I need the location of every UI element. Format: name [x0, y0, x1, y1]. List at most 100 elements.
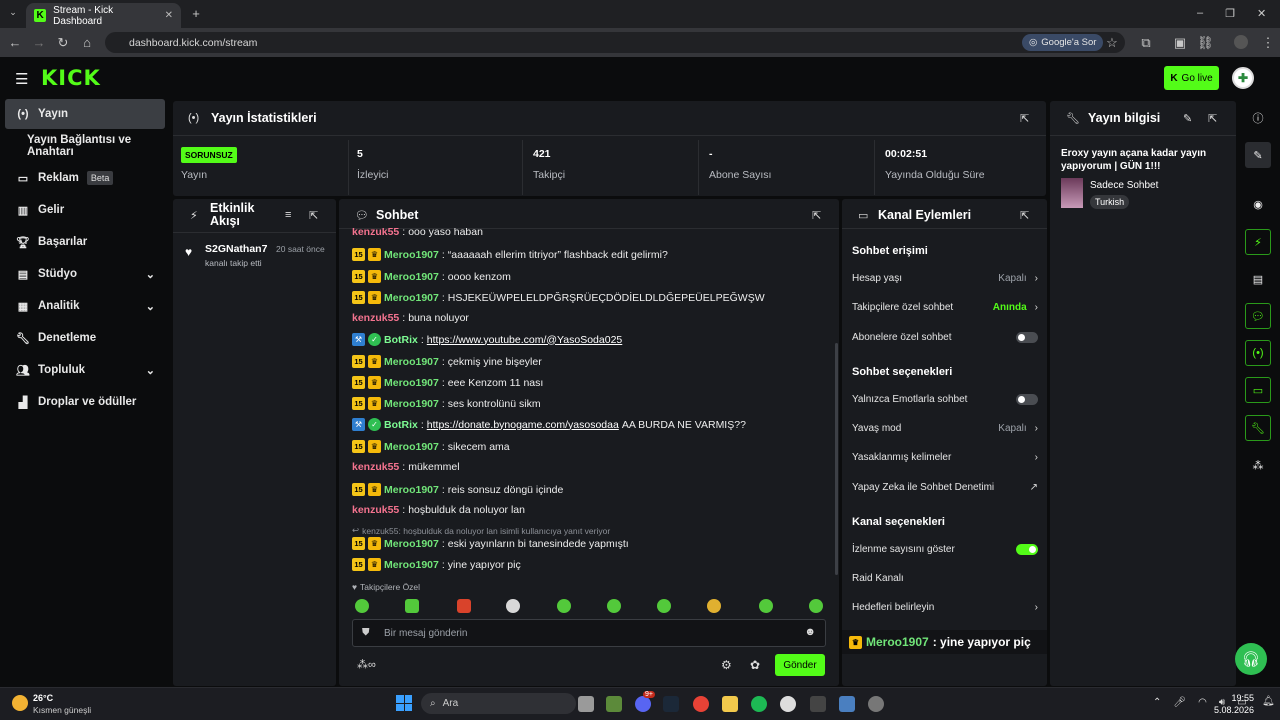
weather-icon[interactable] [12, 695, 28, 711]
sidebar-item-analitik[interactable]: ▦ Analitik ⌄ [5, 291, 165, 321]
wrench-icon[interactable]: 🔧︎ [1245, 415, 1271, 441]
gear-icon[interactable]: ⚙ [721, 658, 732, 672]
activity-user[interactable]: S2GNathan7 [205, 243, 267, 255]
close-window-icon[interactable]: ✕ [1257, 7, 1266, 20]
windows-start-icon[interactable] [396, 695, 412, 711]
chat-username[interactable]: kenzuk55 [352, 312, 399, 324]
emote-icon[interactable] [506, 599, 520, 613]
emote-icon[interactable] [657, 599, 671, 613]
clock-time[interactable]: 19:55 [1218, 693, 1254, 703]
popout-icon[interactable]: ⇱ [1020, 112, 1029, 125]
popout-icon[interactable]: ⇱ [1208, 112, 1217, 125]
chat-link[interactable]: https://donate.bynogame.com/yasosodaa [427, 419, 619, 431]
sidebar-item-droplar[interactable]: ▟ Droplar ve ödüller [5, 387, 165, 417]
notifications-icon[interactable]: 🔔︎ [1262, 696, 1275, 707]
sidebar-item-basarilar[interactable]: 🏆︎ Başarılar [5, 227, 165, 257]
chat-username[interactable]: Meroo1907 [384, 484, 439, 496]
popout-icon[interactable]: ⇱ [812, 209, 821, 222]
github-icon[interactable] [780, 696, 796, 712]
edit-pencil-icon[interactable]: ✎ [1183, 112, 1192, 125]
chevron-up-icon[interactable]: ⌃ [1153, 697, 1161, 708]
bookmark-star-icon[interactable]: ☆ [1104, 35, 1120, 51]
google-ask-button[interactable]: ◎ Google'a Sor [1022, 34, 1104, 51]
tab-search-icon[interactable]: ⌄ [5, 7, 21, 18]
emoji-icon[interactable]: ☻ [804, 626, 816, 638]
chat-username[interactable]: kenzuk55 [352, 228, 399, 238]
slow-mode-row[interactable]: Yavaş mod Kapalı › [852, 423, 1038, 434]
task-view-icon[interactable] [578, 696, 594, 712]
sidebar-item-stream-key[interactable]: Yayın Bağlantısı ve Anahtarı [15, 131, 173, 161]
minimize-icon[interactable]: – [1197, 7, 1203, 20]
raid-row[interactable]: Raid Kanalı [852, 573, 1038, 584]
banned-words-row[interactable]: Yasaklanmış kelimeler › [852, 452, 1038, 463]
close-tab-icon[interactable]: ✕ [165, 10, 173, 21]
emote-icon[interactable] [457, 599, 471, 613]
reload-icon[interactable]: ↻ [55, 35, 71, 51]
mod-tools-icon[interactable]: ✿ [750, 658, 760, 672]
account-age-row[interactable]: Hesap yaşı Kapalı › [852, 273, 1038, 284]
browser-tab[interactable]: K Stream - Kick Dashboard ✕ [26, 3, 181, 28]
edit-pencil-icon[interactable]: ✎ [1245, 142, 1271, 168]
points-icon[interactable]: ⁂∞ [357, 658, 376, 671]
app-icon[interactable] [839, 696, 855, 712]
chat-username[interactable]: kenzuk55 [352, 461, 399, 473]
pinned-username[interactable]: Meroo1907 [866, 635, 929, 649]
emote-icon[interactable] [355, 599, 369, 613]
sidebar-item-gelir[interactable]: ▥ Gelir [5, 195, 165, 225]
subs-chat-toggle[interactable] [1016, 332, 1038, 343]
category-thumbnail[interactable] [1061, 178, 1083, 208]
app-icon[interactable] [810, 696, 826, 712]
file-explorer-icon[interactable] [722, 696, 738, 712]
emote-icon[interactable] [809, 599, 823, 613]
chat-username[interactable]: Meroo1907 [384, 271, 439, 283]
info-icon[interactable]: ⓘ [1245, 105, 1271, 131]
chat-bubble-icon[interactable]: 💬︎ [1245, 303, 1271, 329]
url-field[interactable]: dashboard.kick.com/stream [105, 32, 1125, 53]
chrome-icon[interactable] [693, 696, 709, 712]
chat-username[interactable]: BotRix [384, 334, 418, 346]
document-icon[interactable]: ▤ [1245, 266, 1271, 292]
sidebar-item-topluluk[interactable]: 👥︎ Topluluk ⌄ [5, 355, 165, 385]
extensions-icon[interactable]: ⧉ [1138, 35, 1154, 51]
goals-row[interactable]: Hedefleri belirleyin › [852, 602, 1038, 613]
chat-username[interactable]: BotRix [384, 419, 418, 431]
chat-scrollbar[interactable] [835, 343, 838, 575]
emote-icon[interactable] [759, 599, 773, 613]
spotify-icon[interactable] [751, 696, 767, 712]
taskbar-search[interactable]: ⌕ Ara [421, 693, 576, 714]
filter-icon[interactable]: ≡ [285, 209, 291, 221]
sidebar-item-reklam[interactable]: ▭ Reklam Beta [5, 163, 165, 193]
emote-icon[interactable] [607, 599, 621, 613]
chat-username[interactable]: Meroo1907 [384, 441, 439, 453]
emote-icon[interactable] [557, 599, 571, 613]
user-avatar[interactable]: ✚ [1232, 67, 1254, 89]
chat-username[interactable]: Meroo1907 [384, 292, 439, 304]
emote-only-toggle[interactable] [1016, 394, 1038, 405]
home-icon[interactable]: ⌂ [79, 35, 95, 50]
sidebar-item-yayin[interactable]: (•) Yayın [5, 99, 165, 129]
kick-logo[interactable]: KICK [41, 66, 101, 90]
new-tab-icon[interactable]: + [188, 6, 204, 21]
support-headset-icon[interactable]: 🎧︎ [1235, 643, 1267, 675]
chat-username[interactable]: kenzuk55 [352, 504, 399, 516]
send-button[interactable]: Gönder [775, 654, 825, 676]
monitor-icon[interactable]: ▭ [1245, 377, 1271, 403]
broadcast-icon[interactable]: (•) [1245, 340, 1271, 366]
chat-link[interactable]: https://www.youtube.com/@YasoSoda025 [427, 334, 623, 346]
microphone-icon[interactable]: 🎤︎ [1173, 697, 1186, 708]
restore-icon[interactable]: ❐ [1225, 7, 1235, 20]
chat-username[interactable]: Meroo1907 [384, 559, 439, 571]
category-name[interactable]: Sadece Sohbet [1090, 180, 1158, 191]
sidebar-item-denetleme[interactable]: 🔧︎ Denetleme [5, 323, 165, 353]
points-icon[interactable]: ⁂ [1245, 452, 1271, 478]
chat-username[interactable]: Meroo1907 [384, 249, 439, 261]
lightning-icon[interactable]: ⚡︎ [1245, 229, 1271, 255]
popout-icon[interactable]: ⇱ [309, 209, 318, 222]
ai-moderation-row[interactable]: Yapay Zeka ile Sohbet Denetimi ↗ [852, 482, 1038, 493]
hamburger-menu-icon[interactable]: ☰ [15, 70, 28, 88]
chat-username[interactable]: Meroo1907 [384, 398, 439, 410]
back-icon[interactable]: ← [7, 35, 23, 50]
sidebar-item-studyo[interactable]: ▤ Stüdyo ⌄ [5, 259, 165, 289]
emote-icon[interactable] [707, 599, 721, 613]
show-viewers-toggle[interactable] [1016, 544, 1038, 555]
